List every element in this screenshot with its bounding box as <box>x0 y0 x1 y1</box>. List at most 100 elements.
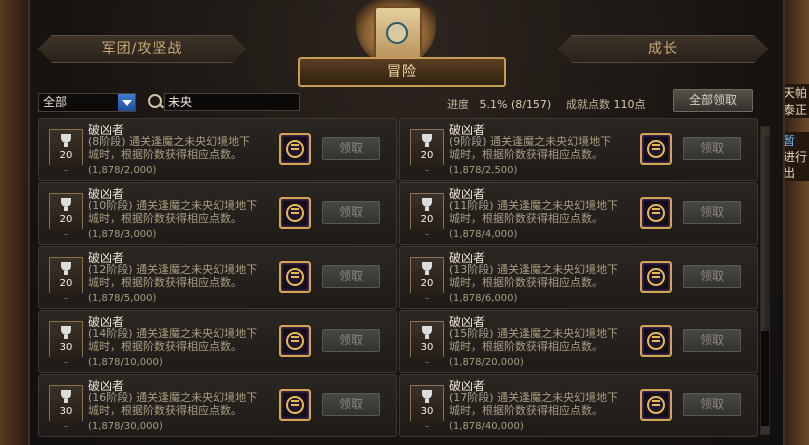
background-text: 天帕 <box>781 84 809 101</box>
progress-value: 5.1% (8/157) <box>479 98 552 111</box>
achievement-desc-line1: 通关逢魔之未央幻境地下 <box>136 391 258 404</box>
reward-medal-icon[interactable] <box>279 197 311 229</box>
achievement-card: 30 破凶者 (17阶段) 通关逢魔之未央幻境地下 城时，根据阶数获得相应点数。 (1,… <box>399 374 758 437</box>
tab-growth[interactable]: 成长 <box>558 35 768 63</box>
trophy-icon <box>61 134 71 147</box>
achievement-desc-line1: 通关逢魔之未央幻境地下 <box>497 199 619 212</box>
claim-button[interactable]: 领取 <box>683 265 741 288</box>
achievement-desc-line1: 通关逢魔之未央幻境地下 <box>497 327 619 340</box>
scroll-down-arrow[interactable] <box>761 426 769 434</box>
achievement-desc-line2: 城时，根据阶数获得相应点数。 <box>88 148 242 161</box>
badge-points: 20 <box>59 214 73 225</box>
progress-stat: 进度 5.1% (8/157) <box>447 96 551 112</box>
achievement-description: (16阶段) 通关逢魔之未央幻境地下 城时，根据阶数获得相应点数。 <box>88 391 276 417</box>
claim-button[interactable]: 领取 <box>683 329 741 352</box>
trophy-icon <box>61 326 71 339</box>
achievement-phase: (9阶段) <box>449 135 487 148</box>
claim-button[interactable]: 领取 <box>322 393 380 416</box>
trophy-badge: 30 <box>410 321 444 363</box>
reward-medal-icon[interactable] <box>640 261 672 293</box>
achievement-desc-line2: 城时，根据阶数获得相应点数。 <box>449 212 603 225</box>
achievement-card: 20 破凶者 (12阶段) 通关逢魔之未央幻境地下 城时，根据阶数获得相应点数。 (1,… <box>38 246 397 309</box>
tab-adventure[interactable]: 冒险 <box>298 57 506 87</box>
search-input[interactable] <box>164 93 300 111</box>
badge-points: 30 <box>59 406 73 417</box>
claim-button[interactable]: 领取 <box>322 137 380 160</box>
achievement-desc-line1: 通关逢魔之未央幻境地下 <box>497 391 619 404</box>
background-text: 出 <box>781 164 809 181</box>
badge-points: 30 <box>420 406 434 417</box>
chevron-down-icon[interactable] <box>118 94 135 111</box>
achievement-desc-line2: 城时，根据阶数获得相应点数。 <box>88 276 242 289</box>
achievement-desc-line2: 城时，根据阶数获得相应点数。 <box>88 404 242 417</box>
tab-legion[interactable]: 军团/攻坚战 <box>38 35 246 63</box>
trophy-icon <box>422 390 432 403</box>
claim-button[interactable]: 领取 <box>322 265 380 288</box>
trophy-icon <box>422 326 432 339</box>
claim-button[interactable]: 领取 <box>683 393 741 416</box>
achievement-desc-line2: 城时，根据阶数获得相应点数。 <box>88 212 242 225</box>
reward-medal-icon[interactable] <box>640 389 672 421</box>
achievement-description: (11阶段) 通关逢魔之未央幻境地下 城时，根据阶数获得相应点数。 <box>449 199 637 225</box>
trophy-icon <box>61 198 71 211</box>
trophy-icon <box>422 262 432 275</box>
badge-points: 20 <box>420 278 434 289</box>
achievement-description: (15阶段) 通关逢魔之未央幻境地下 城时，根据阶数获得相应点数。 <box>449 327 637 353</box>
achievement-phase: (11阶段) <box>449 199 494 212</box>
achievement-desc-line1: 通关逢魔之未央幻境地下 <box>136 327 258 340</box>
scroll-thumb[interactable] <box>761 135 769 331</box>
reward-medal-icon[interactable] <box>279 261 311 293</box>
reward-medal-icon[interactable] <box>640 325 672 357</box>
achievement-progress: (1,878/40,000) <box>449 421 524 432</box>
reward-medal-icon[interactable] <box>640 133 672 165</box>
achievement-description: (10阶段) 通关逢魔之未央幻境地下 城时，根据阶数获得相应点数。 <box>88 199 276 225</box>
claim-button[interactable]: 领取 <box>683 137 741 160</box>
trophy-icon <box>422 198 432 211</box>
claim-button[interactable]: 领取 <box>683 201 741 224</box>
achievement-desc-line1: 通关逢魔之未央幻境地下 <box>129 135 251 148</box>
achievement-card: 20 破凶者 (11阶段) 通关逢魔之未央幻境地下 城时，根据阶数获得相应点数。 (1,… <box>399 182 758 245</box>
achievement-desc-line2: 城时，根据阶数获得相应点数。 <box>449 148 603 161</box>
claim-all-button[interactable]: 全部领取 <box>673 89 753 112</box>
category-select[interactable]: 全部 <box>38 93 136 112</box>
achievement-description: (8阶段) 通关逢魔之未央幻境地下 城时，根据阶数获得相应点数。 <box>88 135 276 161</box>
claim-button[interactable]: 领取 <box>322 329 380 352</box>
reward-medal-icon[interactable] <box>279 133 311 165</box>
achievement-description: (9阶段) 通关逢魔之未央幻境地下 城时，根据阶数获得相应点数。 <box>449 135 637 161</box>
achievement-desc-line2: 城时，根据阶数获得相应点数。 <box>449 340 603 353</box>
trophy-badge: 20 <box>410 257 444 299</box>
background-text: 暂 <box>781 132 809 149</box>
trophy-icon <box>61 262 71 275</box>
achievement-progress: (1,878/2,000) <box>88 165 157 176</box>
achievement-phase: (10阶段) <box>88 199 133 212</box>
scrollbar[interactable] <box>760 126 770 435</box>
trophy-icon <box>422 134 432 147</box>
reward-medal-icon[interactable] <box>279 325 311 357</box>
trophy-badge: 30 <box>410 385 444 427</box>
trophy-badge: 30 <box>49 321 83 363</box>
reward-medal-icon[interactable] <box>640 197 672 229</box>
badge-points: 30 <box>420 342 434 353</box>
achievement-progress: (1,878/10,000) <box>88 357 163 368</box>
category-select-value: 全部 <box>43 95 68 109</box>
achievement-phase: (16阶段) <box>88 391 133 404</box>
achievement-description: (13阶段) 通关逢魔之未央幻境地下 城时，根据阶数获得相应点数。 <box>449 263 637 289</box>
achievement-card: 30 破凶者 (16阶段) 通关逢魔之未央幻境地下 城时，根据阶数获得相应点数。 (1,… <box>38 374 397 437</box>
scroll-up-arrow[interactable] <box>761 127 769 135</box>
achievement-phase: (17阶段) <box>449 391 494 404</box>
points-label: 成就点数 <box>566 98 610 111</box>
achievement-card: 20 破凶者 (10阶段) 通关逢魔之未央幻境地下 城时，根据阶数获得相应点数。 (1,… <box>38 182 397 245</box>
achievement-phase: (13阶段) <box>449 263 494 276</box>
compass-icon <box>386 22 408 44</box>
points-stat: 成就点数 110点 <box>566 96 646 112</box>
claim-button[interactable]: 领取 <box>322 201 380 224</box>
achievement-phase: (15阶段) <box>449 327 494 340</box>
achievement-card: 20 破凶者 (9阶段) 通关逢魔之未央幻境地下 城时，根据阶数获得相应点数。 (1,8… <box>399 118 758 181</box>
achievement-card: 20 破凶者 (8阶段) 通关逢魔之未央幻境地下 城时，根据阶数获得相应点数。 (1,8… <box>38 118 397 181</box>
achievement-phase: (8阶段) <box>88 135 126 148</box>
badge-points: 20 <box>420 150 434 161</box>
reward-medal-icon[interactable] <box>279 389 311 421</box>
achievement-desc-line1: 通关逢魔之未央幻境地下 <box>136 263 258 276</box>
achievement-desc-line1: 通关逢魔之未央幻境地下 <box>136 199 258 212</box>
achievement-progress: (1,878/5,000) <box>88 293 157 304</box>
